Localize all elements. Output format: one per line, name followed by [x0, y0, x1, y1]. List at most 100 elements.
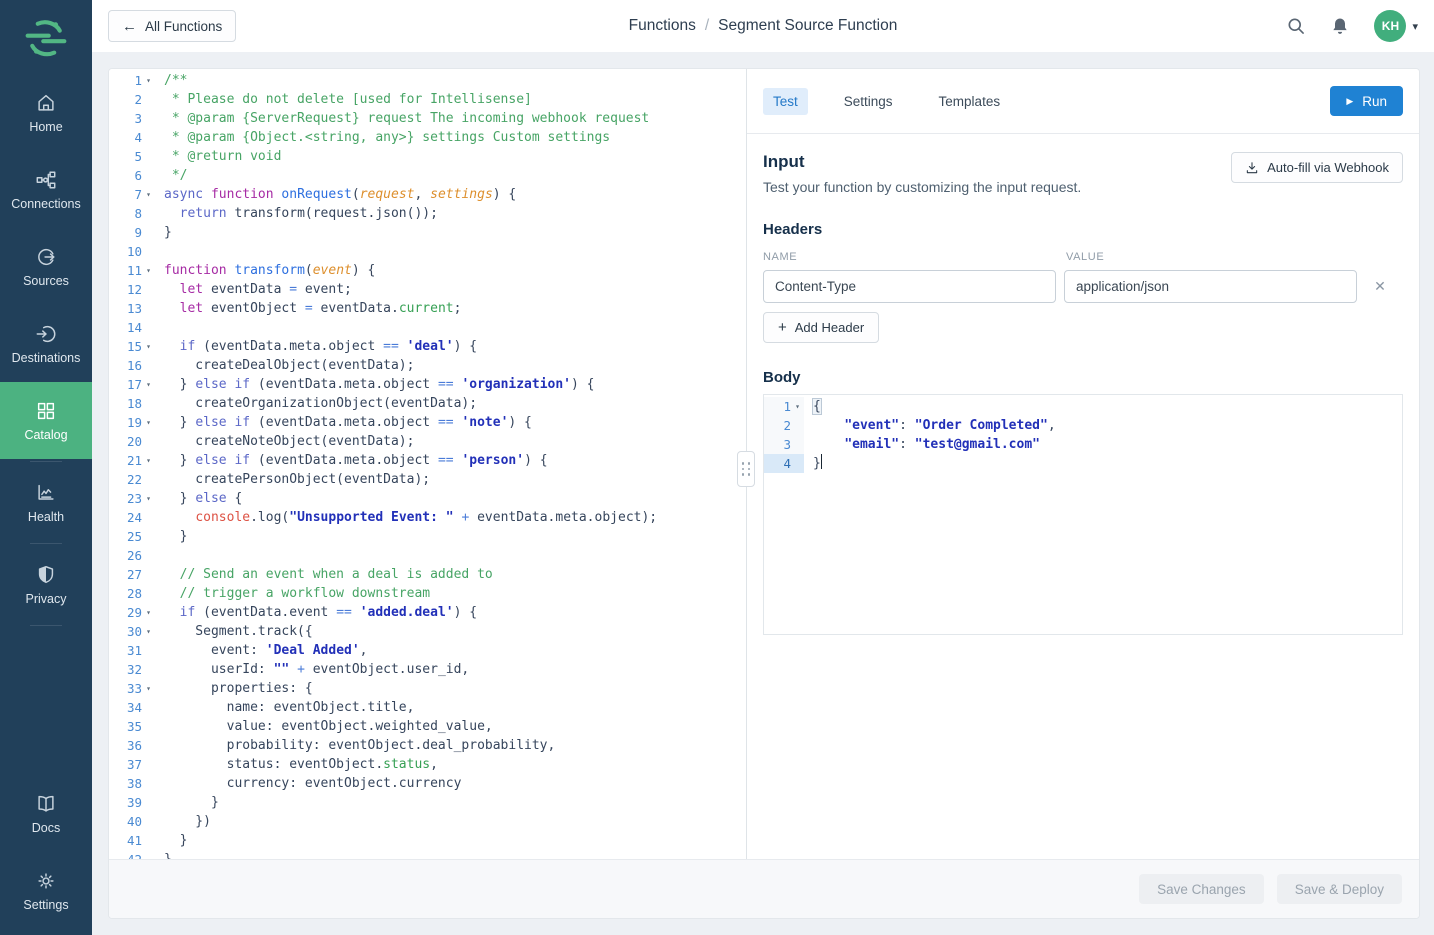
code-line[interactable]: 40 }) — [109, 812, 746, 831]
code-line[interactable]: 20 createNoteObject(eventData); — [109, 432, 746, 451]
tab-templates[interactable]: Templates — [929, 88, 1011, 115]
header-value-input[interactable] — [1064, 270, 1357, 303]
line-number: 11 — [109, 261, 142, 280]
divider-drag-handle-icon[interactable] — [737, 451, 755, 487]
fold-arrow-icon[interactable]: ▾ — [142, 451, 155, 470]
save-changes-button[interactable]: Save Changes — [1139, 874, 1264, 904]
fold-arrow-icon[interactable]: ▾ — [142, 679, 155, 698]
sidebar-item-connections[interactable]: Connections — [0, 151, 92, 228]
sidebar-item-catalog[interactable]: Catalog — [0, 382, 92, 459]
code-line[interactable]: 3 "email": "test@gmail.com" — [764, 435, 1402, 454]
code-line[interactable]: 14 — [109, 318, 746, 337]
run-button[interactable]: ▶ Run — [1330, 86, 1403, 116]
tab-test[interactable]: Test — [763, 88, 808, 115]
code-line[interactable]: 22 createPersonObject(eventData); — [109, 470, 746, 489]
code-line[interactable]: 16 createDealObject(eventData); — [109, 356, 746, 375]
line-number: 18 — [109, 394, 142, 413]
sidebar-item-health[interactable]: Health — [0, 464, 92, 541]
fold-arrow-icon[interactable]: ▾ — [142, 603, 155, 622]
code-line[interactable]: 32 userId: "" + eventObject.user_id, — [109, 660, 746, 679]
function-code-editor[interactable]: 1▾/**2 * Please do not delete [used for … — [109, 69, 746, 859]
sidebar-item-destinations[interactable]: Destinations — [0, 305, 92, 382]
code-text: */ — [155, 166, 187, 185]
fold-arrow-icon[interactable]: ▾ — [142, 71, 155, 90]
header-name-input[interactable] — [763, 270, 1056, 303]
code-line[interactable]: 37 status: eventObject.status, — [109, 755, 746, 774]
line-number: 13 — [109, 299, 142, 318]
code-line[interactable]: 38 currency: eventObject.currency — [109, 774, 746, 793]
sidebar-item-home[interactable]: Home — [0, 74, 92, 151]
code-line[interactable]: 17▾ } else if (eventData.meta.object == … — [109, 375, 746, 394]
chevron-down-icon[interactable]: ▾ — [1412, 20, 1418, 33]
code-line[interactable]: 34 name: eventObject.title, — [109, 698, 746, 717]
code-line[interactable]: 29▾ if (eventData.event == 'added.deal')… — [109, 603, 746, 622]
code-line[interactable]: 2 "event": "Order Completed", — [764, 416, 1402, 435]
all-functions-back-button[interactable]: ← All Functions — [108, 10, 236, 42]
code-line[interactable]: 6 */ — [109, 166, 746, 185]
code-line[interactable]: 35 value: eventObject.weighted_value, — [109, 717, 746, 736]
fold-arrow-icon[interactable]: ▾ — [142, 622, 155, 641]
code-line[interactable]: 15▾ if (eventData.meta.object == 'deal')… — [109, 337, 746, 356]
code-line[interactable]: 7▾async function onRequest(request, sett… — [109, 185, 746, 204]
add-header-button[interactable]: + Add Header — [763, 312, 879, 343]
code-line[interactable]: 36 probability: eventObject.deal_probabi… — [109, 736, 746, 755]
code-line[interactable]: 11▾function transform(event) { — [109, 261, 746, 280]
fold-arrow-icon[interactable]: ▾ — [142, 337, 155, 356]
save-deploy-button[interactable]: Save & Deploy — [1277, 874, 1402, 904]
code-line[interactable]: 19▾ } else if (eventData.meta.object == … — [109, 413, 746, 432]
breadcrumb-parent[interactable]: Functions — [629, 17, 696, 35]
code-line[interactable]: 33▾ properties: { — [109, 679, 746, 698]
avatar[interactable]: KH — [1374, 10, 1406, 42]
fold-arrow-icon[interactable]: ▾ — [791, 397, 804, 416]
code-line[interactable]: 21▾ } else if (eventData.meta.object == … — [109, 451, 746, 470]
test-panel: Test Settings Templates ▶ Run Inp — [747, 69, 1419, 859]
code-line[interactable]: 8 return transform(request.json()); — [109, 204, 746, 223]
code-line[interactable]: 41 } — [109, 831, 746, 850]
fold-arrow-icon[interactable]: ▾ — [142, 185, 155, 204]
code-line[interactable]: 1▾{ — [764, 397, 1402, 416]
code-line[interactable]: 25 } — [109, 527, 746, 546]
code-line[interactable]: 23▾ } else { — [109, 489, 746, 508]
code-line[interactable]: 12 let eventData = event; — [109, 280, 746, 299]
code-line[interactable]: 2 * Please do not delete [used for Intel… — [109, 90, 746, 109]
fold-arrow-icon[interactable]: ▾ — [142, 489, 155, 508]
code-line[interactable]: 30▾ Segment.track({ — [109, 622, 746, 641]
fold-arrow-icon[interactable]: ▾ — [142, 261, 155, 280]
tab-settings[interactable]: Settings — [834, 88, 903, 115]
code-line[interactable]: 42} — [109, 850, 746, 859]
sidebar-item-privacy[interactable]: Privacy — [0, 546, 92, 623]
code-line[interactable]: 4} — [764, 454, 1402, 473]
code-line[interactable]: 18 createOrganizationObject(eventData); — [109, 394, 746, 413]
segment-logo[interactable] — [0, 0, 92, 74]
code-line[interactable]: 26 — [109, 546, 746, 565]
code-line[interactable]: 5 * @return void — [109, 147, 746, 166]
fold-arrow-icon[interactable]: ▾ — [142, 375, 155, 394]
sidebar-item-sources[interactable]: Sources — [0, 228, 92, 305]
remove-header-button[interactable]: ✕ — [1357, 278, 1403, 295]
panel-tabs: Test Settings Templates ▶ Run — [747, 69, 1419, 134]
sidebar-item-label: Catalog — [24, 428, 67, 442]
code-line[interactable]: 24 console.log("Unsupported Event: " + e… — [109, 508, 746, 527]
notifications-button[interactable] — [1330, 16, 1350, 36]
autofill-webhook-button[interactable]: Auto-fill via Webhook — [1231, 152, 1403, 183]
code-line[interactable]: 31 event: 'Deal Added', — [109, 641, 746, 660]
code-line[interactable]: 4 * @param {Object.<string, any>} settin… — [109, 128, 746, 147]
sidebar-item-docs[interactable]: Docs — [0, 775, 92, 852]
request-body-editor[interactable]: 1▾{2 "event": "Order Completed",3 "email… — [763, 394, 1403, 635]
sidebar-item-settings[interactable]: Settings — [0, 852, 92, 929]
account-menu[interactable]: KH ▾ — [1374, 10, 1418, 42]
line-number: 32 — [109, 660, 142, 679]
code-line[interactable]: 9} — [109, 223, 746, 242]
search-button[interactable] — [1286, 16, 1306, 36]
code-line[interactable]: 3 * @param {ServerRequest} request The i… — [109, 109, 746, 128]
code-line[interactable]: 27 // Send an event when a deal is added… — [109, 565, 746, 584]
code-line[interactable]: 13 let eventObject = eventData.current; — [109, 299, 746, 318]
main-column: ← All Functions Functions / Segment Sour… — [92, 0, 1434, 935]
code-line[interactable]: 10 — [109, 242, 746, 261]
code-line[interactable]: 39 } — [109, 793, 746, 812]
code-line[interactable]: 1▾/** — [109, 71, 746, 90]
fold-arrow-icon[interactable]: ▾ — [142, 413, 155, 432]
code-line[interactable]: 28 // trigger a workflow downstream — [109, 584, 746, 603]
gutter: 27 — [109, 565, 155, 584]
line-number: 4 — [764, 454, 791, 473]
